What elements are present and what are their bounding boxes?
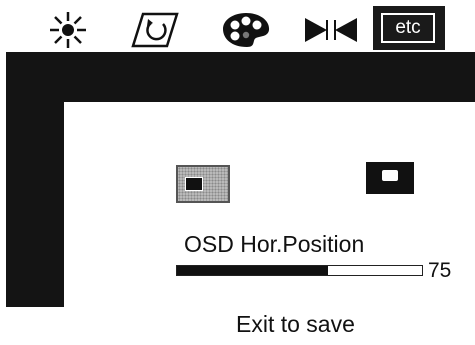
etc-icon: etc xyxy=(381,13,435,43)
tab-color[interactable] xyxy=(215,8,277,52)
tab-geometry[interactable] xyxy=(125,8,185,52)
setting-label: OSD Hor.Position xyxy=(184,231,365,257)
menu-frame-top-bar xyxy=(6,52,475,102)
size-bowtie-icon xyxy=(303,15,359,45)
menu-frame-left-bar xyxy=(6,52,64,307)
tab-size[interactable] xyxy=(300,8,362,52)
brightness-sun-icon xyxy=(48,10,88,50)
tab-brightness[interactable] xyxy=(42,8,94,52)
osd-menu-screen: etc OSD Hor.Position 75 Exit to save xyxy=(0,0,475,345)
osd-right-position-icon xyxy=(366,162,414,194)
exit-to-save-text: Exit to save xyxy=(236,311,355,337)
geometry-rotate-icon xyxy=(129,10,181,50)
slider-value: 75 xyxy=(428,259,452,282)
osd-marker xyxy=(382,170,398,181)
tab-etc[interactable]: etc xyxy=(373,6,445,50)
tab-etc-label: etc xyxy=(395,17,421,38)
osd-marker xyxy=(185,177,203,191)
osd-hor-position-slider[interactable] xyxy=(176,265,423,276)
color-palette-icon xyxy=(220,10,272,50)
slider-fill xyxy=(177,266,328,275)
osd-left-position-icon xyxy=(176,165,230,203)
